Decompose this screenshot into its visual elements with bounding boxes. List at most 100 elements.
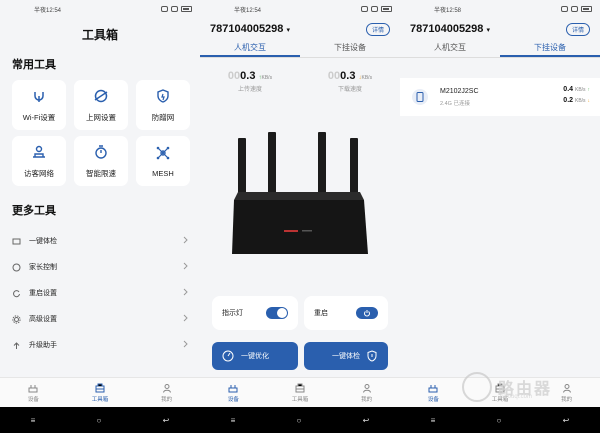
watermark-logo-icon [462,372,492,402]
screenshot-stage: 半夜12:54 工具箱 常用工具 Wi-Fi设置 上网设置 防蹭网 访客网络 智… [0,0,600,433]
menu-icon[interactable]: ≡ [231,416,236,425]
more-tools-list: 一键体检 家长控制 重启设置 高级设置 升级助手 [0,228,200,358]
tab-devices[interactable]: 设备 [0,378,67,407]
download-label: 下载速度 [337,87,362,93]
device-tabs: 人机交互 下挂设备 [200,40,400,58]
router-icon [28,384,38,392]
phone-icon [412,89,428,105]
battery-icon [181,6,192,12]
tab-label: 设备 [227,396,239,403]
upload-leading-zeros: 00 [227,70,241,82]
tab-mine[interactable]: 我的 [133,378,200,407]
device-up-rate: 0.4 [563,86,574,93]
tab-label: 我的 [561,396,573,403]
globe-icon [93,88,109,104]
tab-interaction[interactable]: 人机交互 [200,40,300,57]
list-item-label: 重启设置 [29,290,57,297]
tab-mine[interactable]: 我的 [333,378,400,407]
system-nav-bar: ≡ ○ ↩ [400,407,600,433]
status-time: 半夜12:54 [34,7,62,14]
connected-device-row[interactable]: M2102J2SC 2.4G 已连接 0.4 KB/s ↑ 0.2 KB/s ↓ [400,78,600,116]
smart-speed-limit-tile[interactable]: 智能限速 [74,136,128,186]
menu-icon[interactable]: ≡ [31,416,36,425]
tile-label: 上网设置 [86,112,116,122]
shield-check-icon [367,350,377,362]
device-selector[interactable]: 787104005298 ▾ [210,23,290,35]
device-header: 787104005298 ▾ 详情 [200,18,400,40]
speed-stats: 000.3 ↑KB/s 上传速度 000.3 ↓KB/s 下载速度 [200,70,400,93]
one-click-checkup-button[interactable]: 一键体检 [304,342,388,370]
download-value: 0.3 [340,70,356,82]
tile-label: Wi-Fi设置 [22,112,56,122]
tab-connected-devices[interactable]: 下挂设备 [300,40,400,57]
caret-down-icon: ▾ [486,27,490,34]
list-item-upgrade[interactable]: 升级助手 [0,332,200,358]
list-item-label: 家长控制 [29,264,57,271]
list-item-advanced[interactable]: 高级设置 [0,306,200,332]
device-interaction-screen: 半夜12:54 787104005298 ▾ 详情 人机交互 下挂设备 000.… [200,0,400,433]
internet-settings-tile[interactable]: 上网设置 [74,80,128,130]
tab-label: 设备 [427,396,439,403]
chevron-right-icon [183,236,188,246]
menu-icon[interactable]: ≡ [431,416,436,425]
home-icon[interactable]: ○ [497,416,502,425]
tab-devices[interactable]: 设备 [200,378,267,407]
guest-icon [31,144,47,160]
chevron-right-icon [183,288,188,298]
tab-label: 工具箱 [291,396,309,403]
wifi-settings-icon [31,88,47,104]
tab-label: 工具箱 [91,396,109,403]
tile-label: MESH [152,168,174,178]
one-click-optimize-button[interactable]: 一键优化 [212,342,298,370]
parental-icon [12,263,21,272]
list-item-label: 一键体检 [29,238,57,245]
device-selector[interactable]: 787104005298 ▾ [410,23,490,35]
user-icon [362,383,371,393]
tab-toolbox[interactable]: 工具箱 [267,378,334,407]
restart-label: 重启 [314,310,328,317]
detail-button[interactable]: 详情 [365,22,390,36]
status-bar: 半夜12:58 [400,0,600,18]
router-icon [228,384,238,392]
restart-card: 重启 [304,296,388,330]
power-button[interactable] [356,307,378,319]
chevron-right-icon [183,262,188,272]
page-title: 工具箱 [81,28,118,42]
common-tools-grid: Wi-Fi设置 上网设置 防蹭网 访客网络 智能限速 MESH [0,80,200,186]
back-icon[interactable]: ↩ [563,416,570,425]
device-connection-status: 2.4G 已连接 [440,100,470,107]
signal-icon [171,6,178,12]
upgrade-icon [12,341,21,350]
status-icons [161,6,192,12]
tab-devices[interactable]: 设备 [400,378,467,407]
device-tabs: 人机交互 下挂设备 [400,40,600,58]
list-item-parental[interactable]: 家长控制 [0,254,200,280]
list-item-checkup[interactable]: 一键体检 [0,228,200,254]
device-down-unit: KB/s [574,98,586,104]
detail-button[interactable]: 详情 [565,22,590,36]
back-icon[interactable]: ↩ [363,416,370,425]
status-time: 半夜12:58 [434,7,462,14]
back-icon[interactable]: ↩ [163,416,170,425]
indicator-light-toggle[interactable] [266,307,288,319]
tab-interaction[interactable]: 人机交互 [400,40,500,57]
upload-value: 0.3 [240,70,256,82]
status-bar: 半夜12:54 [0,0,200,18]
toolbox-icon [95,383,105,392]
system-nav-bar: ≡ ○ ↩ [0,407,200,433]
tab-connected-devices[interactable]: 下挂设备 [500,40,600,57]
home-icon[interactable]: ○ [297,416,302,425]
guest-network-tile[interactable]: 访客网络 [12,136,66,186]
wifi-settings-tile[interactable]: Wi-Fi设置 [12,80,66,130]
mesh-tile[interactable]: MESH [136,136,190,186]
device-name: M2102J2SC [440,87,479,95]
chevron-right-icon [183,340,188,350]
tile-label: 智能限速 [86,168,116,178]
upload-label: 上传速度 [237,87,262,93]
anti-freeload-tile[interactable]: 防蹭网 [136,80,190,130]
device-serial: 787104005298 [210,23,284,35]
user-icon [562,383,571,393]
home-icon[interactable]: ○ [97,416,102,425]
list-item-restart[interactable]: 重启设置 [0,280,200,306]
tab-toolbox[interactable]: 工具箱 [67,378,134,407]
